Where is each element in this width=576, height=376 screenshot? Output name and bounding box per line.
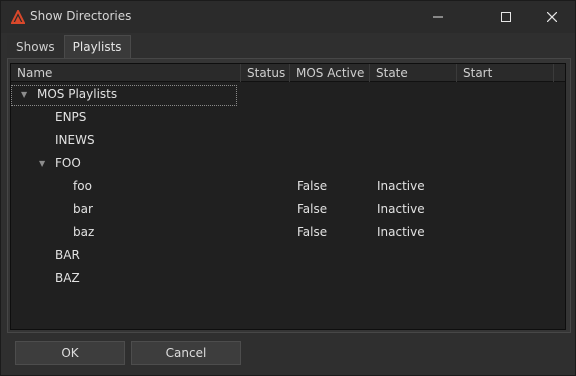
tree-row-label: FOO [55, 156, 81, 170]
tree-row-inews[interactable]: INEWS [11, 129, 565, 152]
state-value: Inactive [377, 225, 425, 239]
tree-row-bar[interactable]: bar False Inactive [11, 198, 565, 221]
window-title: Show Directories [30, 9, 132, 23]
tree-row-label: MOS Playlists [37, 87, 118, 101]
mos-active-value: False [297, 225, 328, 239]
tree-row-baz[interactable]: baz False Inactive [11, 221, 565, 244]
playlists-panel: Name Status MOS Active State Start ▼ MOS… [7, 58, 571, 333]
tree-row-label: ENPS [55, 110, 87, 124]
column-header-name[interactable]: Name [11, 64, 241, 82]
title-bar[interactable]: Show Directories [1, 1, 575, 33]
tree-rows: ▼ MOS Playlists ENPS INEWS ▼ FOO foo Fal… [11, 83, 565, 290]
app-logo-icon [11, 10, 25, 24]
tree-row-label: baz [73, 225, 95, 239]
tree-row-bar-group[interactable]: BAR [11, 244, 565, 267]
close-icon [547, 12, 557, 22]
column-header-filler [554, 64, 565, 82]
minimize-button[interactable] [415, 1, 461, 33]
column-header-start[interactable]: Start [457, 64, 554, 82]
tab-shows[interactable]: Shows [7, 35, 64, 59]
tree-row-label: bar [73, 202, 93, 216]
tree-row-mos-playlists[interactable]: ▼ MOS Playlists [11, 83, 565, 106]
tree-row-baz-group[interactable]: BAZ [11, 267, 565, 290]
tree-row-label: foo [73, 179, 92, 193]
tab-bar: Shows Playlists [7, 35, 131, 59]
expand-arrow-icon[interactable]: ▼ [21, 83, 27, 106]
column-header-status[interactable]: Status [241, 64, 290, 82]
tree-row-label: BAR [55, 248, 80, 262]
show-directories-window: Show Directories Shows Playlists Name St… [0, 0, 576, 376]
tree-row-label: INEWS [55, 133, 95, 147]
tab-playlists[interactable]: Playlists [63, 35, 131, 59]
tree-row-foo[interactable]: foo False Inactive [11, 175, 565, 198]
maximize-icon [501, 12, 511, 22]
tree-header: Name Status MOS Active State Start [11, 64, 565, 82]
playlist-tree[interactable]: Name Status MOS Active State Start ▼ MOS… [10, 63, 566, 330]
maximize-button[interactable] [483, 1, 529, 33]
mos-active-value: False [297, 202, 328, 216]
expand-arrow-icon[interactable]: ▼ [39, 152, 45, 175]
tree-row-label: BAZ [55, 271, 80, 285]
state-value: Inactive [377, 179, 425, 193]
tree-row-enps[interactable]: ENPS [11, 106, 565, 129]
column-header-mos-active[interactable]: MOS Active [290, 64, 370, 82]
column-header-state[interactable]: State [370, 64, 457, 82]
ok-button[interactable]: OK [15, 341, 125, 365]
close-button[interactable] [529, 1, 575, 33]
cancel-button[interactable]: Cancel [131, 341, 241, 365]
minimize-icon [433, 16, 443, 18]
state-value: Inactive [377, 202, 425, 216]
tree-row-foo-group[interactable]: ▼ FOO [11, 152, 565, 175]
mos-active-value: False [297, 179, 328, 193]
